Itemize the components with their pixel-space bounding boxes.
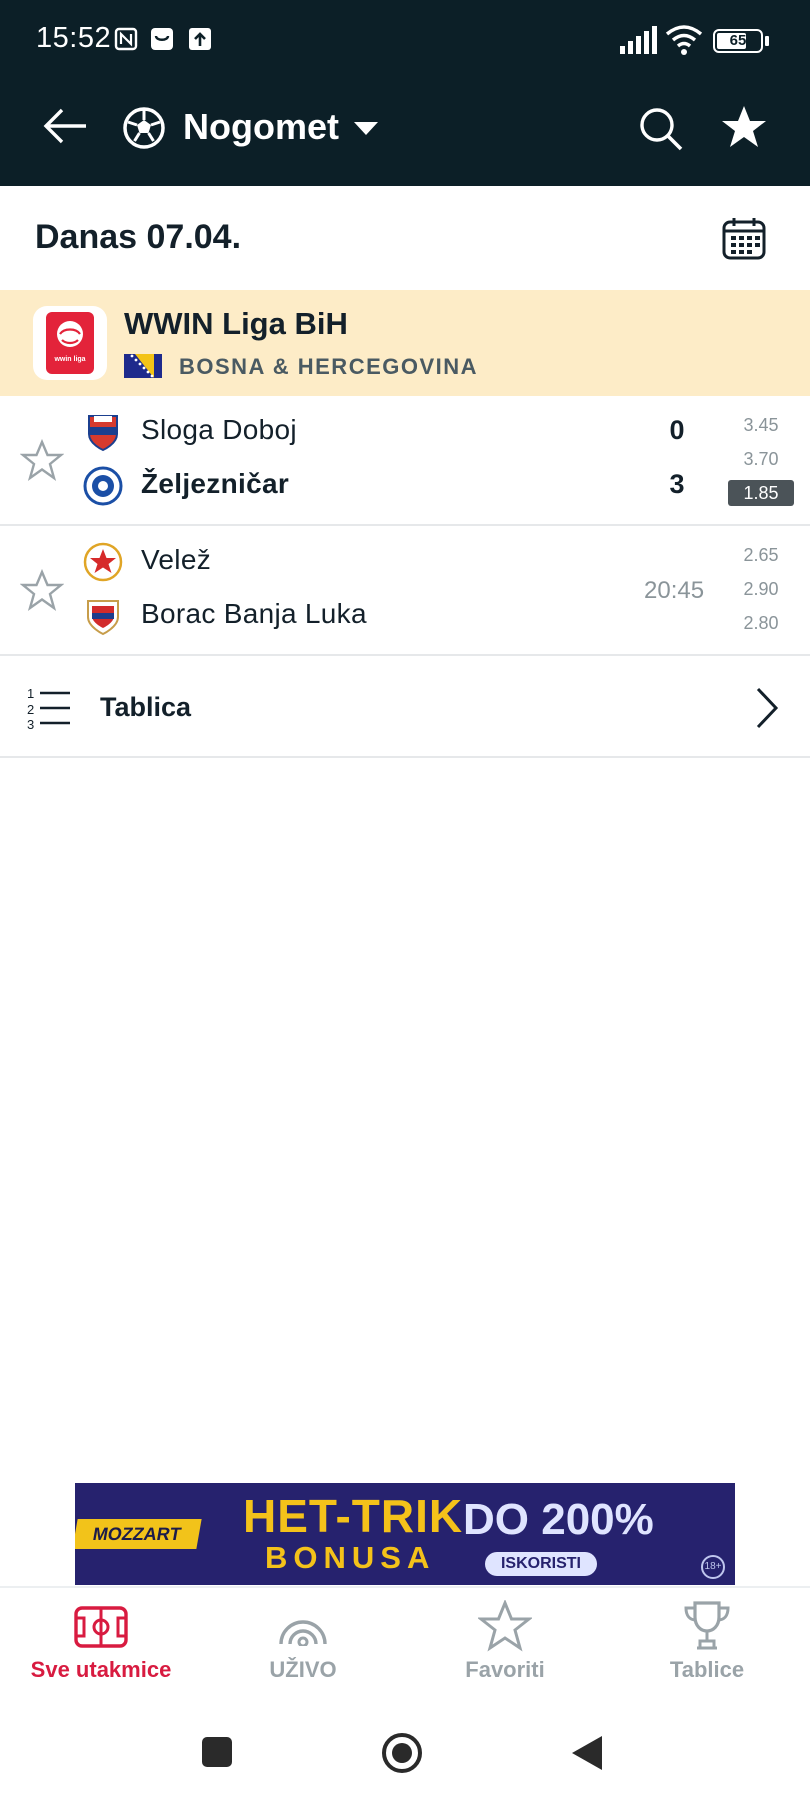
odd-draw[interactable]: 3.70: [728, 446, 794, 472]
borac-crest-icon: [87, 600, 119, 636]
back-button[interactable]: [570, 1734, 604, 1772]
banner-offer: DO 200%: [463, 1495, 654, 1544]
home-team-name: Velež: [141, 544, 211, 575]
favorites-star-icon[interactable]: [720, 104, 768, 150]
odd-away[interactable]: 2.80: [728, 610, 794, 636]
match-row[interactable]: Sloga Doboj Željezničar 0 3 3.45 3.70 1.…: [0, 396, 810, 526]
calendar-icon[interactable]: [722, 216, 766, 260]
nav-label: Sve utakmice: [30, 1657, 172, 1682]
shop-notification-icon: [151, 28, 173, 50]
banner-headline: HET-TRIK: [243, 1490, 464, 1542]
standings-row[interactable]: 123 Tablica: [0, 658, 810, 758]
back-arrow-icon[interactable]: [42, 106, 90, 146]
away-team-name: Željezničar: [141, 468, 290, 499]
home-button[interactable]: [381, 1732, 423, 1774]
league-logo: wwin liga: [33, 306, 107, 380]
nav-label: UŽIVO: [269, 1657, 337, 1682]
svg-text:2: 2: [27, 702, 34, 717]
age-badge: 18+: [701, 1555, 725, 1579]
sport-selector[interactable]: Nogomet: [183, 106, 339, 148]
nav-label: Favoriti: [465, 1657, 545, 1682]
nfc-icon: [114, 27, 138, 51]
away-score: 3: [669, 469, 685, 499]
league-header[interactable]: wwin liga WWIN Liga BiH BOSNA & HERCEGOV…: [0, 290, 810, 396]
nav-live[interactable]: UŽIVO: [202, 1588, 404, 1704]
bottom-navigation: Sve utakmice UŽIVO Favoriti Tablice: [0, 1586, 810, 1702]
favorite-star-outline-icon[interactable]: [20, 439, 64, 483]
recent-apps-button[interactable]: [202, 1737, 232, 1767]
league-name: WWIN Liga BiH: [124, 306, 348, 341]
bih-flag-icon: [124, 354, 162, 378]
trophy-icon: [684, 1601, 730, 1650]
battery-indicator: 65: [713, 29, 763, 53]
svg-text:1: 1: [27, 686, 34, 701]
system-navigation-bar: [0, 1702, 810, 1800]
live-broadcast-icon: [279, 1620, 327, 1646]
odd-home[interactable]: 2.65: [728, 542, 794, 568]
status-time: 15:52: [36, 22, 112, 54]
kickoff-time: 20:45: [644, 577, 705, 604]
numbered-list-icon: 123: [27, 686, 70, 730]
home-score: 0: [669, 415, 685, 445]
date-row: Danas 07.04.: [0, 186, 810, 290]
football-icon[interactable]: [122, 106, 166, 150]
promo-banner[interactable]: MOZZART HET-TRIK BONUSA DO 200% ISKORIST…: [75, 1483, 735, 1585]
football-pitch-icon: [74, 1606, 128, 1648]
zeljeznicar-crest-icon: [83, 466, 123, 506]
banner-cta-button[interactable]: ISKORISTI: [485, 1552, 597, 1576]
signal-icon: [620, 26, 657, 54]
match-row[interactable]: Velež Borac Banja Luka 20:45 2.65 2.90 2…: [0, 526, 810, 656]
nav-favorites[interactable]: Favoriti: [404, 1588, 606, 1704]
upload-notification-icon: [189, 28, 211, 50]
banner-subline: BONUSA: [265, 1540, 436, 1575]
standings-label: Tablica: [100, 692, 192, 722]
nav-standings[interactable]: Tablice: [606, 1588, 808, 1704]
nav-all-matches[interactable]: Sve utakmice: [0, 1588, 202, 1704]
caret-down-icon[interactable]: [352, 120, 380, 136]
odd-home[interactable]: 3.45: [728, 412, 794, 438]
sloga-doboj-crest-icon: [88, 415, 118, 452]
league-country: BOSNA & HERCEGOVINA: [179, 354, 479, 379]
velez-crest-icon: [83, 542, 123, 582]
odd-away[interactable]: 1.85: [728, 480, 794, 506]
date-label: Danas 07.04.: [35, 218, 242, 256]
svg-text:3: 3: [27, 717, 34, 730]
odd-draw[interactable]: 2.90: [728, 576, 794, 602]
league-logo-text: wwin liga: [53, 356, 85, 363]
star-outline-icon: [478, 1600, 532, 1652]
banner-brand: MOZZART: [75, 1519, 202, 1549]
home-team-name: Sloga Doboj: [141, 414, 297, 445]
nav-label: Tablice: [669, 1657, 745, 1682]
chevron-right-icon[interactable]: [755, 687, 779, 729]
battery-level: 65: [729, 32, 747, 49]
wifi-icon: [665, 25, 703, 55]
away-team-name: Borac Banja Luka: [141, 598, 367, 629]
search-icon[interactable]: [638, 106, 684, 152]
top-bar: 15:52 65 Nogomet: [0, 0, 810, 186]
favorite-star-outline-icon[interactable]: [20, 569, 64, 613]
